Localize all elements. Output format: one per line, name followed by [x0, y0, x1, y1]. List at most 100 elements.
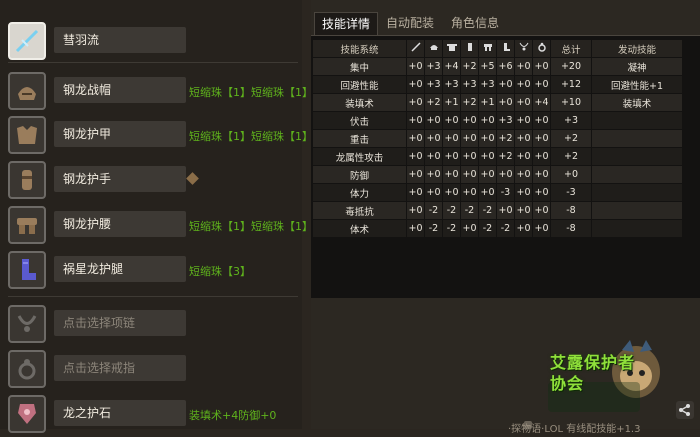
- activated-skill: [592, 130, 682, 147]
- activated-skill: [592, 202, 682, 219]
- skill-point: +2: [461, 58, 478, 75]
- skill-point: +0: [443, 112, 460, 129]
- skill-point: +0: [407, 184, 424, 201]
- skill-row: 装填术 +0 +2 +1 +2 +1 +0 +0 +4 +10 装填术: [313, 94, 682, 111]
- skill-total: +0: [551, 166, 591, 183]
- skill-point: +0: [515, 94, 532, 111]
- equipment-slot[interactable]: 点击选择项链: [8, 305, 298, 347]
- leg-armor-icon[interactable]: [8, 251, 46, 289]
- equipment-name[interactable]: 钢龙护腰: [54, 211, 186, 237]
- skill-point: -2: [479, 202, 496, 219]
- skill-point: -2: [425, 220, 442, 237]
- activated-skill: 回避性能+1: [592, 76, 682, 93]
- equipment-slot[interactable]: 祸星龙护腿 短缩珠【3】: [8, 251, 298, 293]
- equipment-decorations: 短缩珠【1】短缩珠【1】: [189, 220, 313, 233]
- skill-total: -8: [551, 220, 591, 237]
- activated-skill: [592, 184, 682, 201]
- skill-point: +2: [425, 94, 442, 111]
- chest-armor-icon[interactable]: [8, 116, 46, 154]
- equipment-name[interactable]: 祸星龙护腿: [54, 256, 186, 282]
- activated-skill: [592, 220, 682, 237]
- equipment-name[interactable]: 彗羽流: [54, 27, 186, 53]
- skill-name: 体力: [313, 184, 406, 201]
- equipment-name[interactable]: 龙之护石: [54, 400, 186, 426]
- skill-point: +0: [479, 148, 496, 165]
- arm-icon: [461, 40, 478, 57]
- equipment-panel: 彗羽流 钢龙战帽 短缩珠【1】短缩珠【1】 钢龙护甲 短缩珠【1】短缩珠【1】 钢龙护手钢…: [0, 0, 313, 433]
- tab-auto-build[interactable]: 自动配装: [379, 12, 441, 35]
- skill-point: +0: [533, 220, 550, 237]
- helmet-icon[interactable]: [8, 72, 46, 110]
- equipment-slot[interactable]: 龙之护石 装填术+4防御+0: [8, 395, 298, 437]
- skill-point: +0: [533, 166, 550, 183]
- header-total: 总计: [551, 40, 591, 57]
- skill-point: +0: [407, 112, 424, 129]
- sword-icon[interactable]: [8, 22, 46, 60]
- header-activated-skill: 发动技能: [592, 40, 682, 57]
- waist-armor-icon[interactable]: [8, 206, 46, 244]
- helmet-icon: [425, 40, 442, 57]
- skill-row: 龙属性攻击 +0 +0 +0 +0 +0 +2 +0 +0 +2: [313, 148, 682, 165]
- skill-point: +6: [497, 58, 514, 75]
- skill-point: +3: [425, 76, 442, 93]
- share-button[interactable]: [676, 401, 694, 419]
- divider: [8, 296, 298, 297]
- skill-total: -8: [551, 202, 591, 219]
- equipment-slot[interactable]: 点击选择戒指: [8, 350, 298, 392]
- skill-point: -2: [461, 202, 478, 219]
- skill-point: +0: [461, 130, 478, 147]
- gauntlet-icon[interactable]: [8, 161, 46, 199]
- skill-point: +0: [515, 202, 532, 219]
- ring-icon[interactable]: [8, 350, 46, 388]
- empty-slot-prompt[interactable]: 点击选择戒指: [54, 355, 186, 381]
- equipment-slot[interactable]: 钢龙护甲 短缩珠【1】短缩珠【1】: [8, 116, 313, 158]
- equipment-slot[interactable]: 钢龙护手: [8, 161, 298, 203]
- skill-point: +3: [443, 76, 460, 93]
- skill-total: +10: [551, 94, 591, 111]
- equipment-name[interactable]: 钢龙护甲: [54, 121, 186, 147]
- tab-character-info[interactable]: 角色信息: [444, 12, 506, 35]
- skill-point: +0: [407, 130, 424, 147]
- skill-point: +0: [497, 76, 514, 93]
- skill-point: +0: [515, 166, 532, 183]
- footer-text: ·探物语·LOL 有线配技能+1.3: [508, 424, 641, 435]
- skill-point: +0: [479, 130, 496, 147]
- header-skill-system: 技能系统: [313, 40, 406, 57]
- equipment-slot[interactable]: 钢龙战帽 短缩珠【1】短缩珠【1】: [8, 72, 313, 114]
- airu-cat-logo: 艾露保护者协会: [544, 338, 664, 418]
- skill-point: +0: [533, 202, 550, 219]
- equipment-decorations: 短缩珠【1】短缩珠【1】: [189, 86, 313, 99]
- skill-point: +0: [425, 130, 442, 147]
- skill-details-panel: 技能系统 总计 发动技能 集中 +0 +3 +4 +2 +5 +6 +0 +0 +20 凝神 回避性能…: [311, 35, 700, 298]
- skill-point: +2: [497, 130, 514, 147]
- necklace-icon[interactable]: [8, 305, 46, 343]
- skill-name: 防御: [313, 166, 406, 183]
- skill-point: +3: [479, 76, 496, 93]
- equipment-name[interactable]: 钢龙护手: [54, 166, 186, 192]
- activated-skill: 凝神: [592, 58, 682, 75]
- activated-skill: [592, 112, 682, 129]
- skill-point: +3: [461, 76, 478, 93]
- skill-row: 回避性能 +0 +3 +3 +3 +3 +0 +0 +0 +12 回避性能+1: [313, 76, 682, 93]
- equipment-slot[interactable]: 彗羽流: [8, 22, 298, 64]
- skill-point: -2: [443, 220, 460, 237]
- skill-name: 伏击: [313, 112, 406, 129]
- equipment-slot[interactable]: 钢龙护腰 短缩珠【1】短缩珠【1】: [8, 206, 313, 248]
- talisman-icon[interactable]: [8, 395, 46, 433]
- skill-point: +0: [515, 58, 532, 75]
- skill-point: +0: [425, 148, 442, 165]
- skill-point: +0: [533, 76, 550, 93]
- skill-point: +0: [479, 166, 496, 183]
- skill-point: +0: [515, 148, 532, 165]
- skill-name: 龙属性攻击: [313, 148, 406, 165]
- skill-point: +0: [461, 166, 478, 183]
- skill-point: +1: [443, 94, 460, 111]
- skill-table: 技能系统 总计 发动技能 集中 +0 +3 +4 +2 +5 +6 +0 +0 +20 凝神 回避性能…: [312, 39, 683, 238]
- share-icon: [679, 404, 690, 416]
- skill-total: +20: [551, 58, 591, 75]
- skill-point: +0: [497, 202, 514, 219]
- empty-slot-prompt[interactable]: 点击选择项链: [54, 310, 186, 336]
- equipment-name[interactable]: 钢龙战帽: [54, 77, 186, 103]
- tab-skill-details[interactable]: 技能详情: [314, 12, 379, 36]
- skill-point: +0: [515, 220, 532, 237]
